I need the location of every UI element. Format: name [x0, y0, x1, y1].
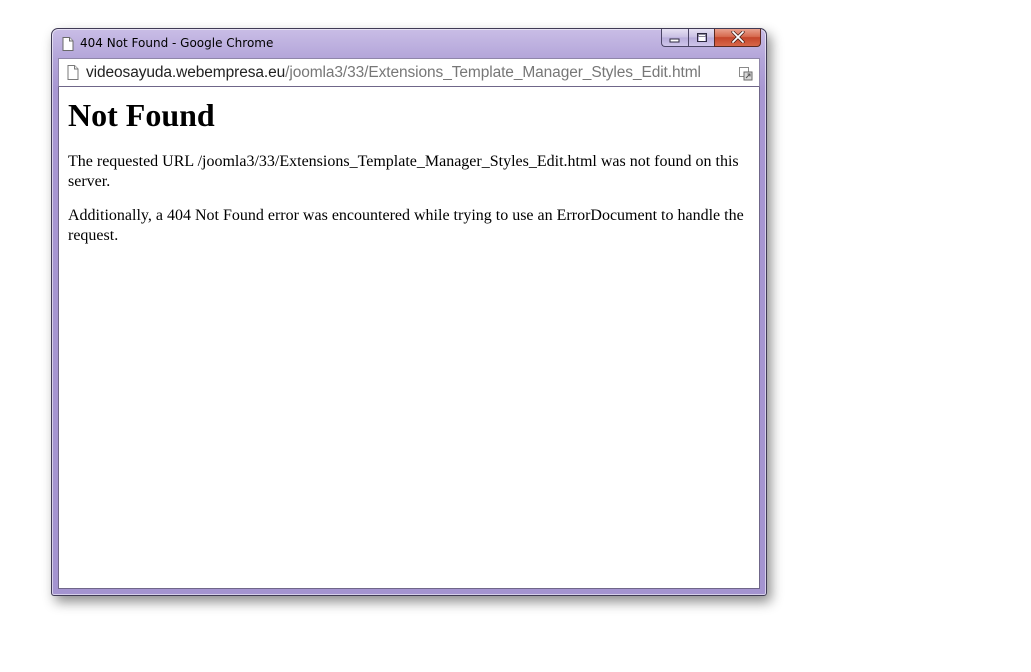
maximize-icon — [696, 28, 708, 47]
close-icon — [730, 28, 745, 47]
page-icon — [67, 65, 79, 80]
page-icon — [62, 36, 74, 51]
page-content: Not Found The requested URL /joomla3/33/… — [58, 87, 760, 589]
url-text[interactable]: videosayuda.webempresa.eu/joomla3/33/Ext… — [86, 64, 701, 82]
caption-buttons — [661, 29, 761, 49]
url-host: videosayuda.webempresa.eu — [86, 64, 286, 81]
maximize-button[interactable] — [688, 29, 714, 47]
page-heading: Not Found — [68, 97, 215, 133]
browser-popup-window: 404 Not Found - Google Chrome videosayud… — [51, 28, 767, 596]
open-in-chrome-icon[interactable] — [739, 66, 753, 81]
error-document-message: Additionally, a 404 Not Found error was … — [68, 207, 744, 244]
url-path: /joomla3/33/Extensions_Template_Manager_… — [285, 64, 701, 81]
address-bar[interactable]: videosayuda.webempresa.eu/joomla3/33/Ext… — [58, 58, 760, 87]
minimize-icon — [669, 28, 681, 47]
error-message: The requested URL /joomla3/33/Extensions… — [68, 153, 739, 190]
minimize-button[interactable] — [661, 29, 688, 47]
window-titlebar[interactable]: 404 Not Found - Google Chrome — [52, 29, 766, 57]
close-button[interactable] — [714, 29, 761, 47]
window-title: 404 Not Found - Google Chrome — [80, 36, 274, 50]
